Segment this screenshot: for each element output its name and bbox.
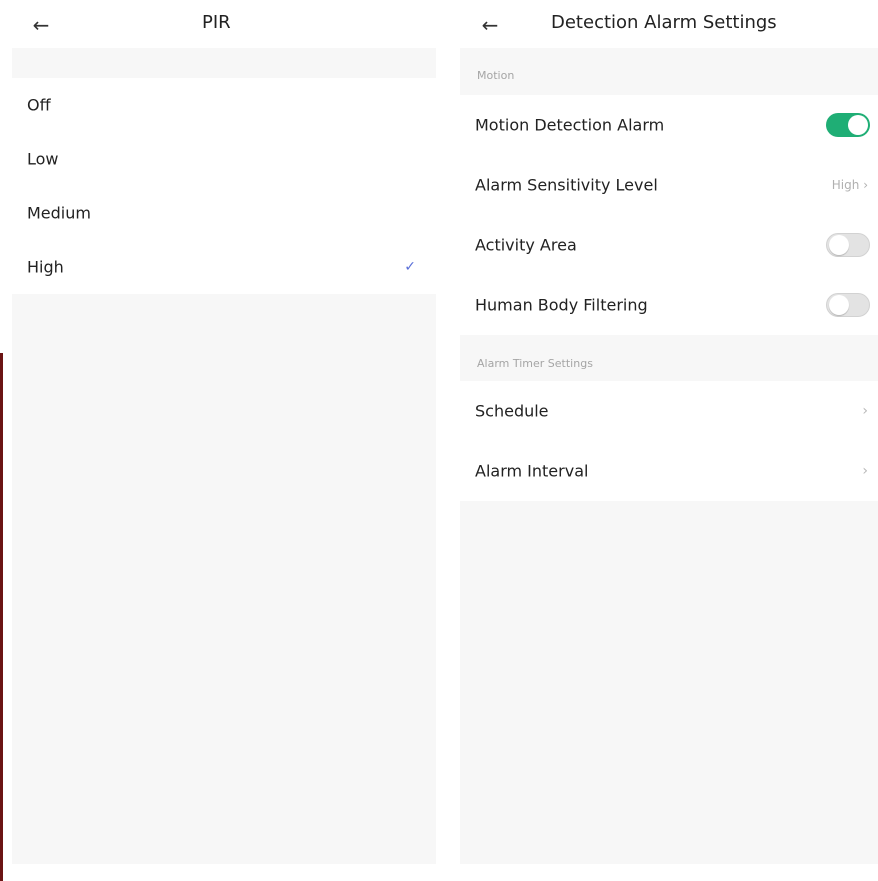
motion-settings-list: Motion Detection Alarm Alarm Sensitivity… (460, 95, 878, 335)
pir-screen: ← PIR Off Low Medium High ✓ (12, 0, 436, 864)
row-label: Schedule (475, 401, 549, 421)
page-title: PIR (202, 12, 231, 33)
back-arrow-icon[interactable]: ← (26, 10, 56, 40)
option-off[interactable]: Off (12, 78, 436, 132)
sensitivity-value-text: High (831, 178, 860, 192)
page-title: Detection Alarm Settings (551, 12, 777, 33)
option-label: Low (27, 149, 59, 169)
option-high[interactable]: High ✓ (12, 240, 436, 294)
row-label: Alarm Sensitivity Level (475, 175, 658, 195)
row-label: Motion Detection Alarm (475, 115, 665, 135)
checkmark-icon: ✓ (404, 259, 416, 275)
option-medium[interactable]: Medium (12, 186, 436, 240)
row-label: Alarm Interval (475, 461, 589, 481)
toggle-knob (829, 235, 849, 255)
option-label: High (27, 257, 64, 277)
activity-area-row: Activity Area (460, 215, 878, 275)
pir-options-list: Off Low Medium High ✓ (12, 78, 436, 294)
chevron-right-icon: › (862, 403, 868, 419)
motion-detection-alarm-row: Motion Detection Alarm (460, 95, 878, 155)
motion-detection-alarm-toggle[interactable] (826, 113, 870, 137)
sensitivity-value: High › (832, 178, 868, 192)
activity-area-toggle[interactable] (826, 233, 870, 257)
detection-header: ← Detection Alarm Settings (460, 0, 878, 48)
toggle-knob (829, 295, 849, 315)
pir-header: ← PIR (12, 0, 436, 48)
option-low[interactable]: Low (12, 132, 436, 186)
option-label: Off (27, 95, 51, 115)
schedule-row[interactable]: Schedule › (460, 381, 878, 441)
human-body-filtering-row: Human Body Filtering (460, 275, 878, 335)
timer-settings-list: Schedule › Alarm Interval › (460, 381, 878, 501)
option-label: Medium (27, 203, 91, 223)
back-arrow-icon[interactable]: ← (475, 10, 505, 40)
chevron-right-icon: › (862, 463, 868, 479)
alarm-sensitivity-level-row[interactable]: Alarm Sensitivity Level High › (460, 155, 878, 215)
left-edge-bar (0, 353, 3, 881)
human-body-filtering-toggle[interactable] (826, 293, 870, 317)
chevron-right-icon: › (863, 178, 868, 192)
row-label: Activity Area (475, 235, 577, 255)
detection-settings-screen: ← Detection Alarm Settings Motion Motion… (460, 0, 878, 864)
alarm-interval-row[interactable]: Alarm Interval › (460, 441, 878, 501)
section-header-motion: Motion (477, 69, 515, 82)
row-label: Human Body Filtering (475, 295, 648, 315)
section-header-alarm-timer: Alarm Timer Settings (477, 357, 593, 370)
toggle-knob (848, 115, 868, 135)
